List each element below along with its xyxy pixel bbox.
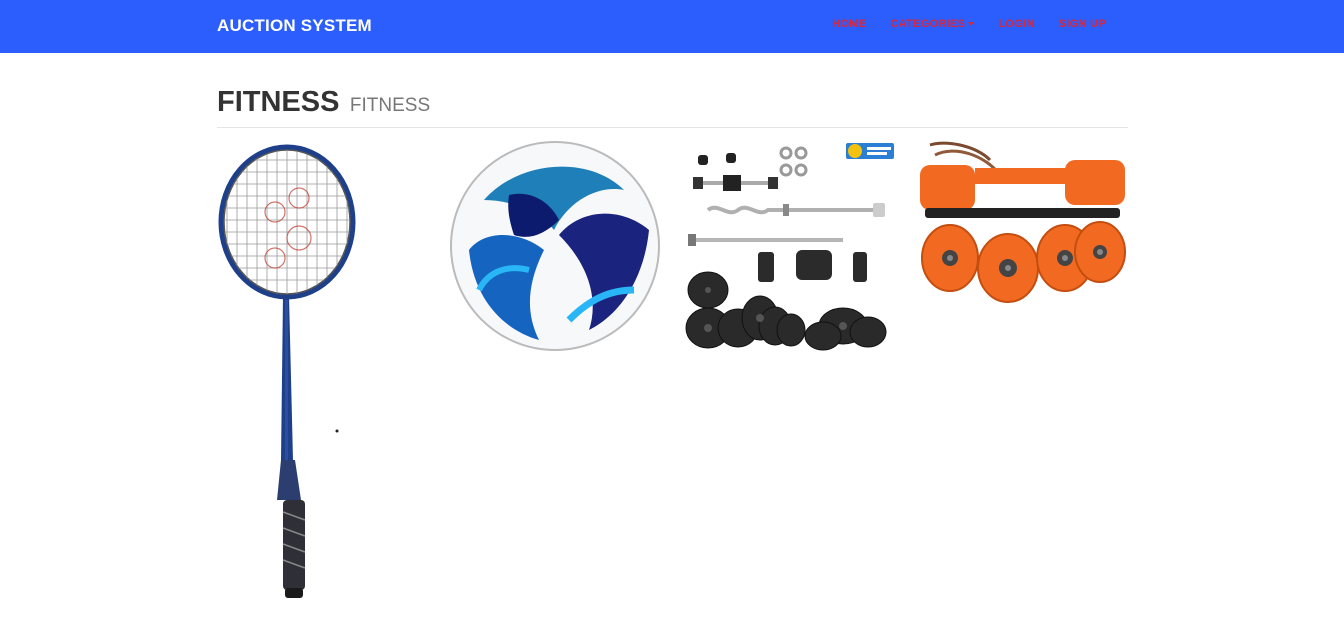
nav-login[interactable]: LOGIN — [986, 18, 1046, 30]
nav-categories-dropdown[interactable]: CATEGORIES — [878, 18, 986, 30]
nav-links: HOME CATEGORIES LOGIN SIGN UP — [820, 18, 1118, 30]
page-title: FITNESS — [217, 86, 340, 118]
caret-down-icon — [968, 22, 975, 27]
nav-home-label: HOME — [832, 18, 867, 30]
roller-skates-image — [920, 141, 1126, 303]
product-card-racket[interactable] — [217, 140, 430, 610]
nav-sign-up[interactable]: SIGN UP — [1047, 18, 1118, 30]
product-card-ball[interactable] — [449, 140, 662, 355]
gym-equipment-set-image — [685, 143, 894, 351]
page-header: FITNESS FITNESS — [217, 86, 1128, 128]
nav-sign-up-label: SIGN UP — [1058, 18, 1106, 30]
nav-categories-label: CATEGORIES — [890, 18, 966, 30]
product-card-skates[interactable] — [915, 140, 1128, 355]
nav-login-label: LOGIN — [998, 18, 1035, 30]
soccer-ball-image — [450, 141, 660, 351]
top-navbar: AUCTION SYSTEM HOME CATEGORIES LOGIN SIG… — [0, 0, 1344, 53]
nav-home[interactable]: HOME — [820, 18, 878, 30]
product-card-gym-set[interactable] — [683, 140, 896, 355]
page-subtitle: FITNESS — [349, 95, 431, 116]
brand-link[interactable]: AUCTION SYSTEM — [217, 16, 372, 36]
badminton-racket-image — [218, 144, 356, 598]
